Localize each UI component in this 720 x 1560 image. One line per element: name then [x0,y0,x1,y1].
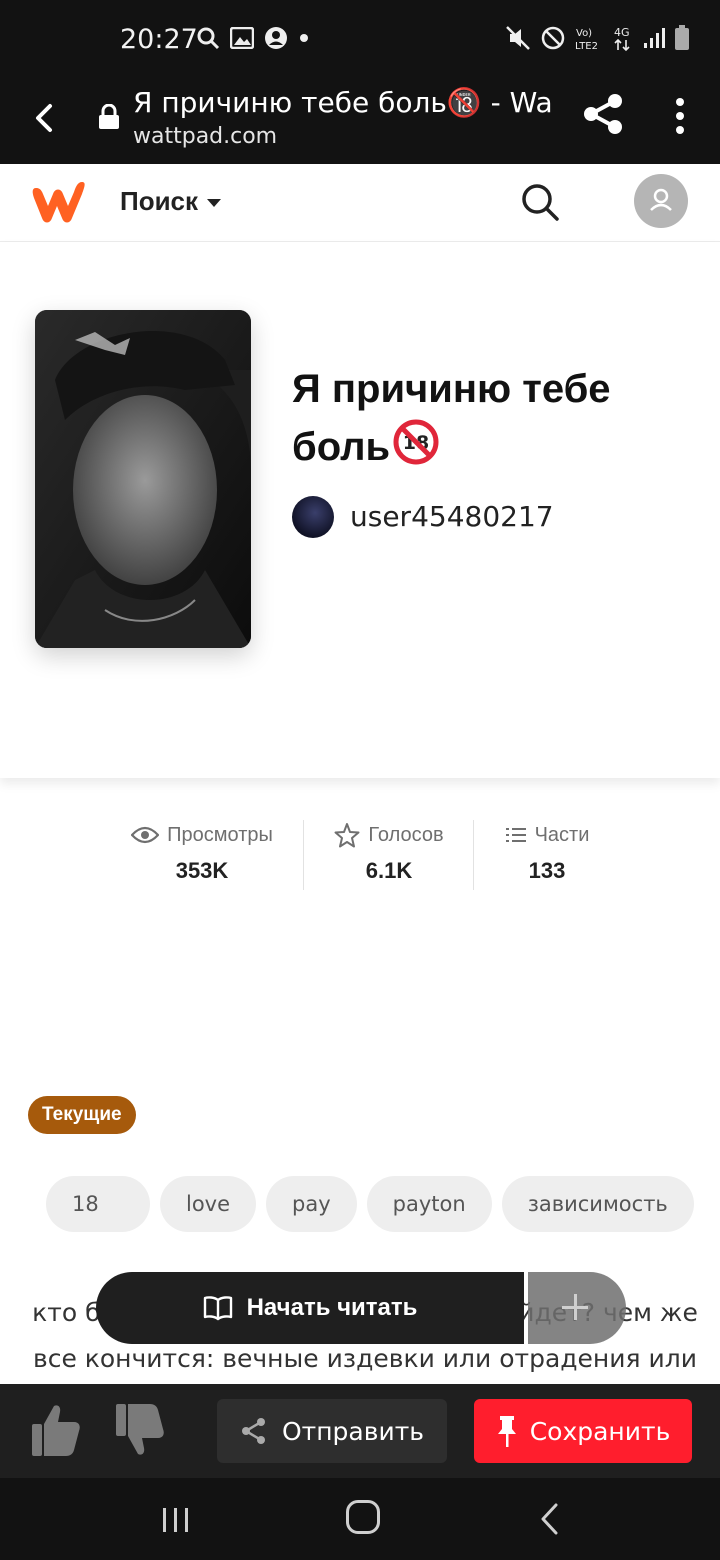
status-time: 20:27 [120,24,198,55]
story-title-text: Я причиню тебе боль [292,367,611,469]
stat-parts-label: Части [474,818,620,852]
status-notification-icons [196,26,310,50]
search-notification-icon [197,27,220,50]
search-icon[interactable] [520,182,560,222]
save-label: Сохранить [529,1416,671,1446]
start-reading-label: Начать читать [246,1294,418,1321]
status-badge: Текущие [28,1096,136,1134]
story-title: Я причиню тебе боль18 [292,360,692,476]
wattpad-logo-icon[interactable] [30,178,90,226]
network-4g-icon: 4G [614,26,630,52]
author-name[interactable]: user45480217 [350,500,554,533]
tag-list: 18 love pay payton зависимость [46,1176,694,1232]
stat-views-label: Просмотры [100,818,304,852]
parts-value: 133 [528,858,566,883]
back-arrow-icon[interactable] [26,98,66,138]
tag-chip[interactable]: зависимость [501,1176,694,1232]
chevron-down-icon[interactable] [207,199,221,207]
votes-value: 6.1K [365,858,413,883]
add-to-library-button[interactable] [528,1272,626,1344]
user-avatar[interactable] [634,174,688,228]
thumbs-down-icon[interactable] [114,1400,166,1460]
mute-icon [506,26,530,50]
status-bar: 20:27 Vo) LTE2 4G [0,0,720,80]
share-icon[interactable] [582,92,626,136]
stat-votes-label: Голосов [304,818,474,852]
star-icon [334,823,360,848]
status-system-icons: Vo) LTE2 4G [504,24,690,52]
search-menu-button[interactable]: Поиск [120,186,198,217]
votes-label-text: Голосов [368,823,444,846]
svg-text:Vo): Vo) [576,28,592,39]
tag-chip[interactable]: 18 [46,1176,150,1232]
bottom-action-bar: Отправить Сохранить [0,1384,720,1478]
more-notifications-dot-icon [300,34,308,42]
tag-chip[interactable]: love [160,1176,257,1232]
stat-parts: Части 133 [474,818,620,892]
svg-text:LTE2: LTE2 [575,41,598,52]
user-icon [650,188,672,211]
start-reading-button[interactable]: Начать читать [96,1272,524,1344]
stat-views: Просмотры 353K [100,818,304,892]
home-icon[interactable] [346,1500,380,1534]
image-notification-icon [230,27,254,49]
page-url[interactable]: wattpad.com [133,124,277,149]
adult-content-18-icon: 18 [393,419,439,465]
views-label-text: Просмотры [167,823,273,846]
nav-back-icon[interactable] [538,1502,562,1536]
story-cover[interactable] [35,310,251,648]
share-icon [241,1418,265,1444]
book-open-icon [203,1296,232,1321]
more-options-icon[interactable] [670,94,690,138]
author-avatar[interactable] [292,496,334,538]
share-button[interactable]: Отправить [217,1399,447,1463]
svg-text:4G: 4G [614,26,630,39]
parts-label-text: Части [534,823,590,846]
tag-chip[interactable]: payton [366,1176,492,1232]
tag-chip[interactable]: pay [266,1176,357,1232]
story-stats: Просмотры 353K Голосов 6.1K Части 133 [100,818,620,892]
save-button[interactable]: Сохранить [474,1399,692,1463]
pin-icon [497,1416,516,1447]
eye-icon [131,826,160,844]
do-not-disturb-icon [541,26,565,50]
stat-votes: Голосов 6.1K [304,818,474,892]
list-icon [505,828,526,842]
signal-icon [644,28,665,48]
thumbs-up-icon[interactable] [30,1400,82,1460]
views-value: 353K [175,858,229,883]
recent-apps-icon[interactable] [160,1506,192,1534]
system-navigation-bar [0,1478,720,1560]
browser-toolbar: Я причиню тебе боль🔞 - Wattpad wattpad.c… [0,80,720,164]
share-label: Отправить [281,1416,425,1446]
battery-icon [675,25,689,50]
account-notification-icon [265,27,287,49]
lock-icon [99,104,119,129]
cover-image [35,310,251,648]
site-header: Поиск [0,164,720,242]
volte-icon: Vo) LTE2 [575,28,598,52]
story-hero: Я причиню тебе боль18 user45480217 [0,242,720,778]
page-title[interactable]: Я причиню тебе боль🔞 - Wattpad [133,86,553,119]
